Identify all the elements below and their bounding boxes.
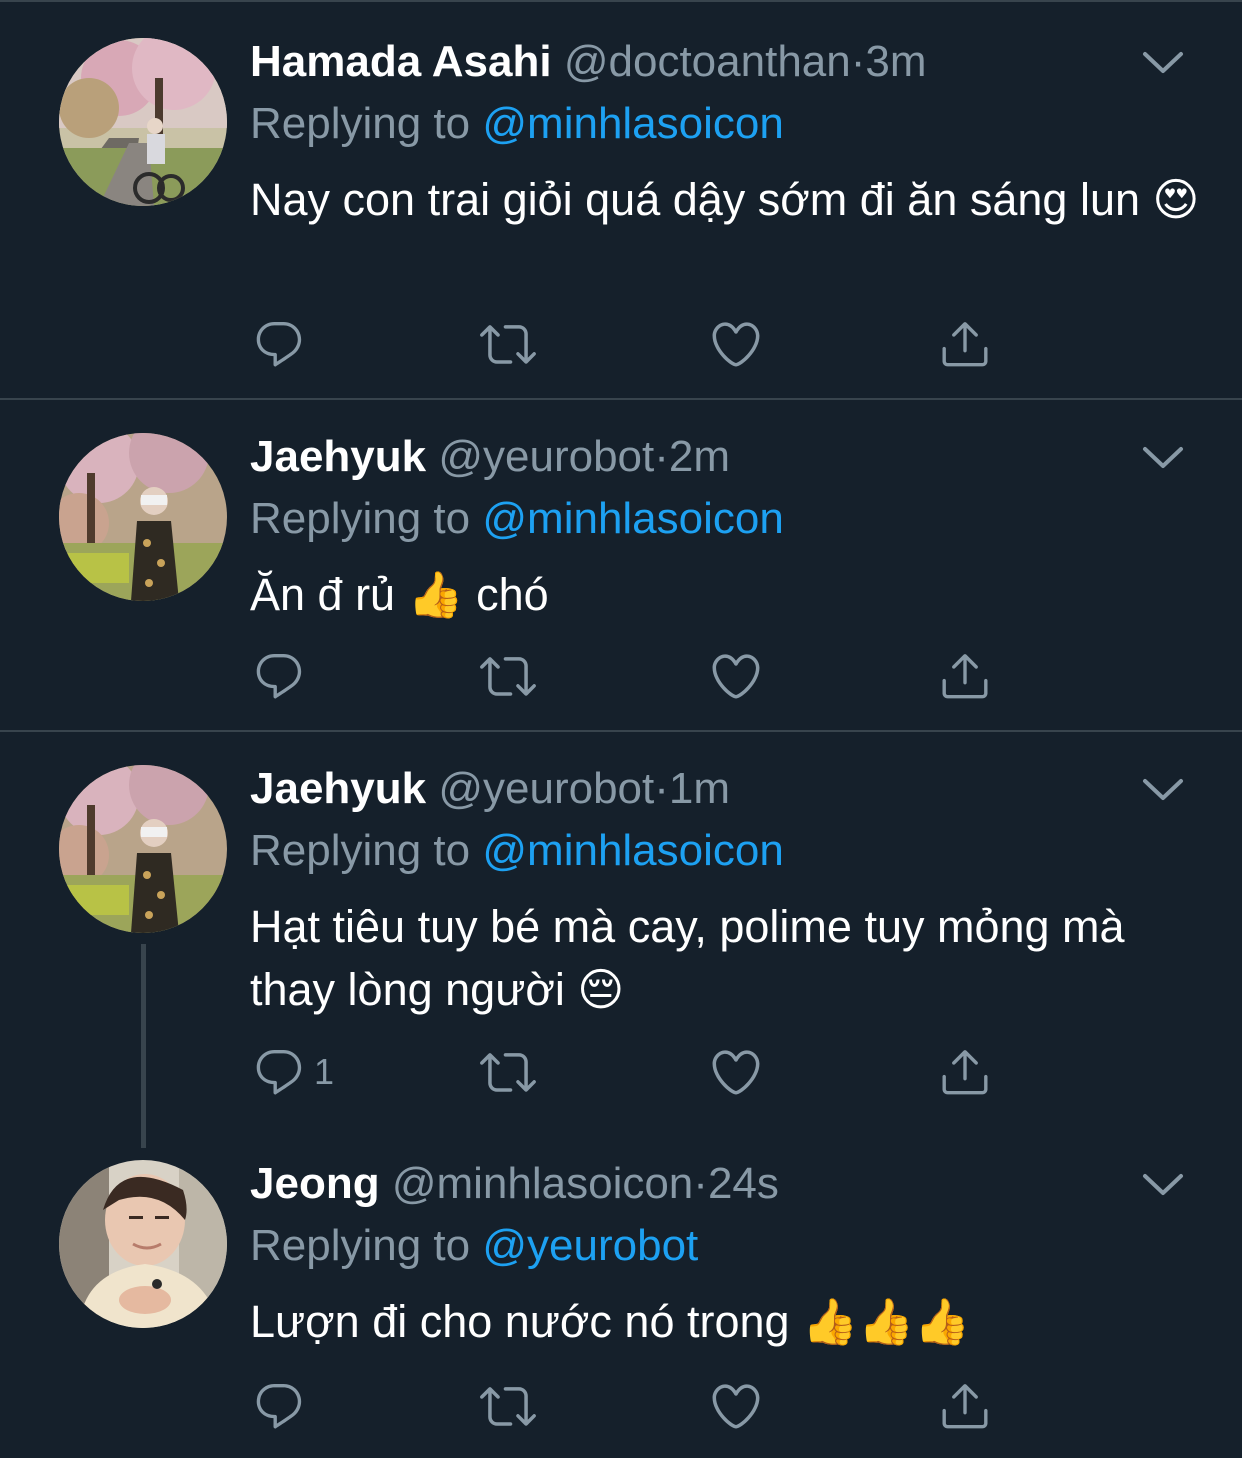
avatar[interactable] xyxy=(59,38,227,206)
like-button[interactable] xyxy=(708,314,764,374)
chevron-down-icon[interactable] xyxy=(1140,774,1186,804)
separator-dot: · xyxy=(654,432,669,481)
reply-icon xyxy=(252,1379,306,1433)
thumbs-up-emoji: 👍👍👍 xyxy=(802,1295,971,1348)
reply-icon xyxy=(252,649,306,703)
display-name[interactable]: Jaehyuk xyxy=(250,432,426,481)
mention-link[interactable]: @minhlasoicon xyxy=(482,494,783,543)
share-button[interactable] xyxy=(938,1042,992,1102)
timestamp[interactable]: 1m xyxy=(669,764,730,813)
display-name[interactable]: Hamada Asahi xyxy=(250,37,552,86)
like-button[interactable] xyxy=(708,646,764,706)
handle[interactable]: @minhlasoicon xyxy=(392,1159,693,1208)
tweet-header: Jeong @minhlasoicon·24s xyxy=(250,1156,779,1212)
reply-button[interactable] xyxy=(252,314,306,374)
display-name[interactable]: Jaehyuk xyxy=(250,764,426,813)
like-button[interactable] xyxy=(708,1376,764,1436)
chevron-down-icon[interactable] xyxy=(1140,47,1186,77)
retweet-button[interactable] xyxy=(480,1042,536,1102)
replying-to-label: Replying to xyxy=(250,494,471,543)
tweet-text: Nay con trai giỏi quá dậy sớm đi ăn sáng… xyxy=(250,168,1200,231)
timestamp[interactable]: 24s xyxy=(708,1159,779,1208)
heart-eyes-emoji: 😍 xyxy=(1152,173,1200,226)
like-button[interactable] xyxy=(708,1042,764,1102)
replying-to-line: Replying to @minhlasoicon xyxy=(250,491,784,547)
tweet-actions xyxy=(250,314,1050,374)
tweet-text-content: chó xyxy=(476,569,549,620)
tweet[interactable]: Jeong @minhlasoicon·24s Replying to @yeu… xyxy=(0,1126,1242,1456)
mention-link[interactable]: @minhlasoicon xyxy=(482,99,783,148)
tweet-text-content: Nay con trai giỏi quá dậy sớm đi ăn sáng… xyxy=(250,174,1141,225)
like-icon xyxy=(708,316,764,372)
mention-link[interactable]: @yeurobot xyxy=(482,1221,698,1270)
tweet[interactable]: Jaehyuk @yeurobot·1m Replying to @minhla… xyxy=(0,732,1242,1148)
like-icon xyxy=(708,1378,764,1434)
reply-count: 1 xyxy=(314,1051,335,1092)
tweet-header: Hamada Asahi @doctoanthan·3m xyxy=(250,34,927,90)
share-icon xyxy=(938,317,992,371)
thumbs-up-emoji: 👍 xyxy=(407,568,464,621)
timestamp[interactable]: 3m xyxy=(865,37,926,86)
display-name[interactable]: Jeong xyxy=(250,1159,380,1208)
pensive-emoji: 😔 xyxy=(577,963,625,1016)
retweet-icon xyxy=(480,316,536,372)
handle[interactable]: @yeurobot xyxy=(438,764,654,813)
replying-to-line: Replying to @minhlasoicon xyxy=(250,96,784,152)
tweet-text: Lượn đi cho nước nó trong 👍👍👍 xyxy=(250,1290,1200,1353)
retweet-button[interactable] xyxy=(480,1376,536,1436)
tweet-actions xyxy=(250,1376,1050,1436)
tweet-text: Ăn đ rủ 👍 chó xyxy=(250,563,1200,626)
handle[interactable]: @doctoanthan xyxy=(564,37,851,86)
tweet-text-content: Lượn đi cho nước nó trong xyxy=(250,1296,790,1347)
reply-button[interactable]: 1 xyxy=(252,1042,334,1102)
retweet-icon xyxy=(480,1044,536,1100)
share-button[interactable] xyxy=(938,1376,992,1436)
thread-connector xyxy=(141,944,146,1148)
like-icon xyxy=(708,648,764,704)
replying-to-line: Replying to @minhlasoicon xyxy=(250,823,784,879)
tweet[interactable]: Jaehyuk @yeurobot·2m Replying to @minhla… xyxy=(0,400,1242,730)
chevron-down-icon[interactable] xyxy=(1140,1169,1186,1199)
share-button[interactable] xyxy=(938,646,992,706)
reply-icon xyxy=(252,317,306,371)
tweet-text-content: Hạt tiêu tuy bé mà cay, polime tuy mỏng … xyxy=(250,901,1125,1015)
replying-to-label: Replying to xyxy=(250,826,471,875)
handle[interactable]: @yeurobot xyxy=(438,432,654,481)
mention-link[interactable]: @minhlasoicon xyxy=(482,826,783,875)
share-icon xyxy=(938,1045,992,1099)
tweet-header: Jaehyuk @yeurobot·2m xyxy=(250,429,730,485)
share-button[interactable] xyxy=(938,314,992,374)
tweet-text: Hạt tiêu tuy bé mà cay, polime tuy mỏng … xyxy=(250,895,1200,1021)
tweet-actions: 1 xyxy=(250,1042,1050,1102)
tweet-text-content: Ăn đ rủ xyxy=(250,569,396,620)
retweet-icon xyxy=(480,1378,536,1434)
separator-dot: · xyxy=(693,1159,708,1208)
timestamp[interactable]: 2m xyxy=(669,432,730,481)
reply-button[interactable] xyxy=(252,646,306,706)
separator-dot: · xyxy=(850,37,866,86)
share-icon xyxy=(938,649,992,703)
avatar[interactable] xyxy=(59,765,227,933)
replying-to-line: Replying to @yeurobot xyxy=(250,1218,698,1274)
share-icon xyxy=(938,1379,992,1433)
chevron-down-icon[interactable] xyxy=(1140,442,1186,472)
replying-to-label: Replying to xyxy=(250,99,471,148)
retweet-icon xyxy=(480,648,536,704)
retweet-button[interactable] xyxy=(480,314,536,374)
tweet-header: Jaehyuk @yeurobot·1m xyxy=(250,761,730,817)
reply-button[interactable] xyxy=(252,1376,306,1436)
tweet[interactable]: Hamada Asahi @doctoanthan·3m Replying to… xyxy=(0,0,1242,398)
retweet-button[interactable] xyxy=(480,646,536,706)
avatar[interactable] xyxy=(59,433,227,601)
separator-dot: · xyxy=(654,764,669,813)
avatar[interactable] xyxy=(59,1160,227,1328)
reply-icon xyxy=(252,1045,306,1099)
like-icon xyxy=(708,1044,764,1100)
tweet-actions xyxy=(250,646,1050,706)
replying-to-label: Replying to xyxy=(250,1221,471,1270)
